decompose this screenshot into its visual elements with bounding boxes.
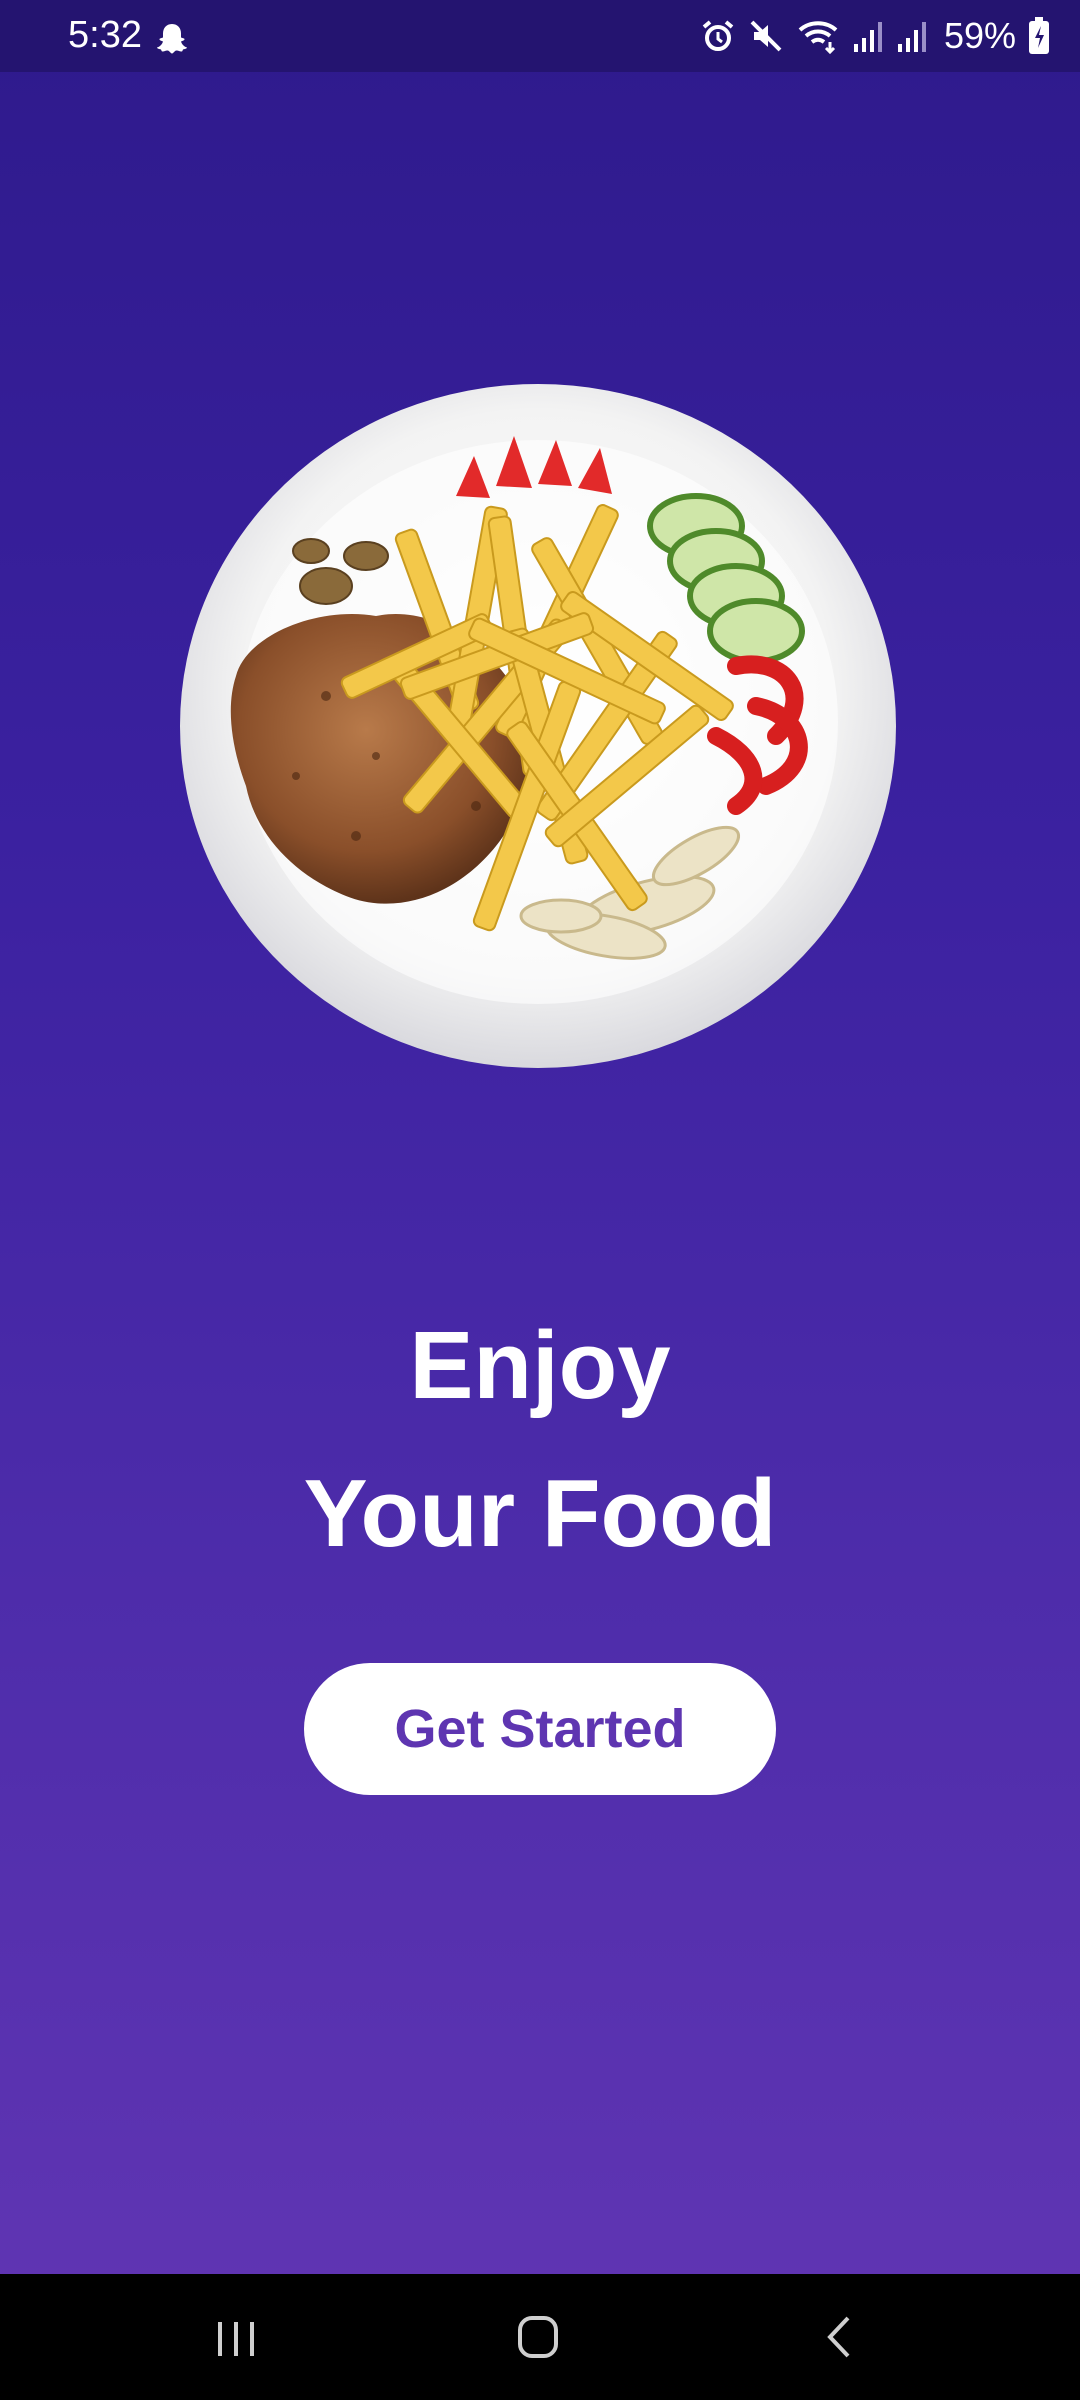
status-time: 5:32 <box>68 14 142 56</box>
signal-icon <box>897 22 926 52</box>
mute-icon <box>750 20 782 52</box>
splash-screen: 5:32 59% Enjoy Your Food Get Started <box>0 0 1080 2400</box>
wifi-icon <box>798 21 838 54</box>
recents-icon[interactable] <box>206 2310 266 2364</box>
headline-line2: Your Food <box>303 1460 777 1567</box>
status-bar: 5:32 59% <box>0 0 1080 72</box>
food-plate-image <box>176 376 902 1072</box>
snapchat-icon <box>157 24 187 54</box>
status-icons: 59% <box>700 14 1050 58</box>
headline-line1: Enjoy <box>409 1312 671 1419</box>
back-icon[interactable] <box>810 2310 870 2364</box>
navigation-bar <box>0 2274 1080 2400</box>
battery-percentage: 59% <box>943 15 1016 56</box>
battery-charging-icon <box>1029 17 1049 54</box>
get-started-button[interactable]: Get Started <box>304 1663 776 1795</box>
alarm-icon <box>702 20 734 51</box>
signal-icon <box>853 22 882 52</box>
home-icon[interactable] <box>508 2310 568 2364</box>
